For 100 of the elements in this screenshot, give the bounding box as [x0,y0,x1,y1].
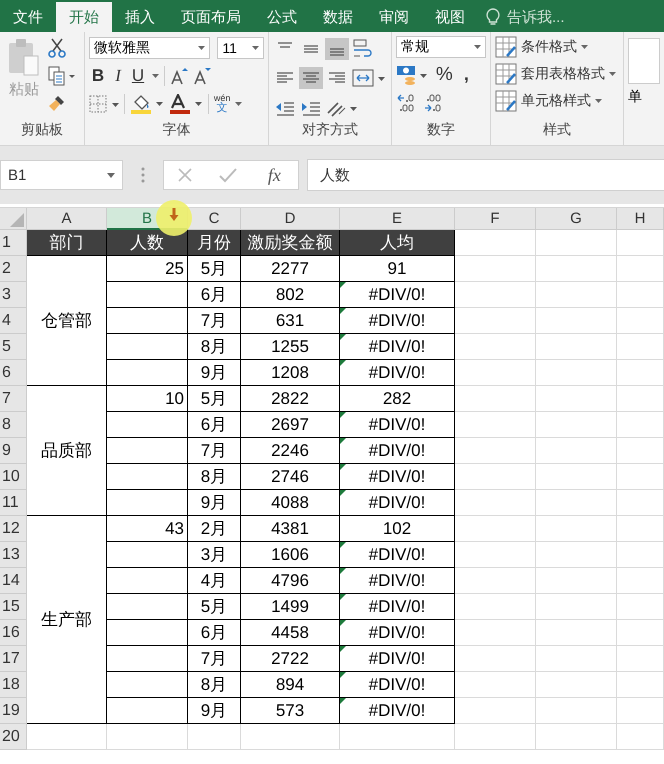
amount-cell: 573 [241,698,340,724]
currency-format-icon[interactable] [396,64,428,86]
row-header[interactable]: 13 [0,542,27,568]
ribbon-tab[interactable]: 文件 [0,2,56,32]
month-cell: 5月 [188,256,241,282]
increase-font-size-icon[interactable] [170,66,188,84]
borders-icon[interactable] [88,94,119,112]
column-header[interactable]: A [27,208,107,230]
merge-center-icon[interactable] [350,67,385,90]
styles-menu-button[interactable]: 套用表格格式 [494,63,619,85]
bold-button[interactable]: B [88,66,108,86]
row-header[interactable]: 1 [0,230,27,256]
average-cell: #DIV/0! [340,698,455,724]
tell-me-field[interactable]: 告诉我... [505,8,589,26]
insert-function-button[interactable]: fx [264,164,285,186]
comma-style-button[interactable]: , [460,64,472,85]
italic-button[interactable]: I [112,66,124,86]
empty-cell [617,490,664,516]
row-header[interactable]: 11 [0,490,27,516]
empty-cell [617,620,664,646]
check-icon[interactable] [219,167,238,183]
ribbon-tab[interactable]: 插入 [112,2,168,32]
amount-cell: 894 [241,672,340,698]
error-indicator-icon [340,672,346,678]
month-cell: 7月 [188,646,241,672]
ribbon-tab[interactable]: 公式 [254,2,310,32]
row-header[interactable]: 17 [0,646,27,672]
row-header[interactable]: 10 [0,464,27,490]
empty-cell [617,698,664,724]
row-header[interactable]: 16 [0,620,27,646]
column-header[interactable]: E [340,208,455,230]
underline-button[interactable]: U [128,66,148,86]
column-header[interactable]: C [188,208,241,230]
row-header[interactable]: 8 [0,412,27,438]
phonetic-guide-button[interactable]: wén 文 [214,94,230,114]
empty-cell [617,230,664,256]
error-indicator-icon [340,698,346,704]
bottom-align-icon[interactable] [324,38,349,60]
error-indicator-icon [340,542,346,548]
amount-cell: 2697 [241,412,340,438]
column-header[interactable]: H [617,208,664,230]
ribbon-tab[interactable]: 开始 [56,2,112,32]
copy-icon[interactable] [48,66,76,86]
row-header[interactable]: 3 [0,282,27,308]
month-cell: 4月 [188,568,241,594]
name-box[interactable]: B1 [0,160,123,190]
empty-cell [617,594,664,620]
group-label: 数字 [426,121,456,139]
ribbon-tab[interactable]: 视图 [422,2,478,32]
average-cell: #DIV/0! [340,490,455,516]
formula-field[interactable]: 人数 [307,159,664,191]
number-format-dropdown[interactable]: 常规 [396,36,486,58]
row-header[interactable]: 2 [0,256,27,282]
empty-cell [617,516,664,542]
average-cell: #DIV/0! [340,568,455,594]
scissors-icon[interactable] [48,38,66,58]
decrease-font-size-icon[interactable] [193,66,212,84]
lightbulb-icon [486,8,500,26]
row-header[interactable]: 18 [0,672,27,698]
empty-cell [617,672,664,698]
styles-menu-button[interactable]: 单元格样式 [494,90,619,112]
font-color-icon[interactable] [168,94,203,114]
row-header[interactable]: 12 [0,516,27,542]
caret-icon[interactable] [235,102,242,106]
row-header[interactable]: 5 [0,334,27,360]
column-header[interactable]: D [241,208,340,230]
ribbon-tab[interactable]: 审阅 [366,2,422,32]
month-cell: 8月 [188,464,241,490]
average-cell: #DIV/0! [340,594,455,620]
row-header[interactable]: 6 [0,360,27,386]
amount-cell: 631 [241,308,340,334]
row-header[interactable]: 7 [0,386,27,412]
ribbon-tab[interactable]: 页面布局 [168,2,254,32]
font-name-dropdown[interactable]: 微软雅黑 [88,36,210,58]
font-size-dropdown[interactable]: 11 [217,36,264,58]
row-header[interactable]: 9 [0,438,27,464]
row-header[interactable]: 14 [0,568,27,594]
department-cell: 仓管部 [27,256,107,386]
align-center-icon[interactable] [298,67,323,90]
column-header[interactable]: F [455,208,536,230]
caret-icon[interactable] [152,74,160,78]
row-header[interactable]: 19 [0,698,27,724]
cells-button-label[interactable]: 单 [628,88,660,106]
department-cell: 生产部 [27,516,107,724]
caret-icon [474,45,481,49]
month-cell: 9月 [188,490,241,516]
column-header[interactable]: G [536,208,617,230]
caret-icon [594,99,602,103]
format-painter-icon[interactable] [48,94,66,112]
month-cell: 2月 [188,516,241,542]
styles-menu-button[interactable]: 条件格式 [494,36,619,58]
group-label: 样式 [542,121,572,139]
row-header[interactable]: 4 [0,308,27,334]
ribbon-tab[interactable]: 数据 [310,2,366,32]
row-header[interactable]: 20 [0,724,27,750]
group-label: 剪贴板 [20,121,64,139]
percent-button[interactable]: % [432,64,456,86]
row-header[interactable]: 15 [0,594,27,620]
amount-cell: 4088 [241,490,340,516]
fill-color-icon[interactable] [130,94,164,114]
